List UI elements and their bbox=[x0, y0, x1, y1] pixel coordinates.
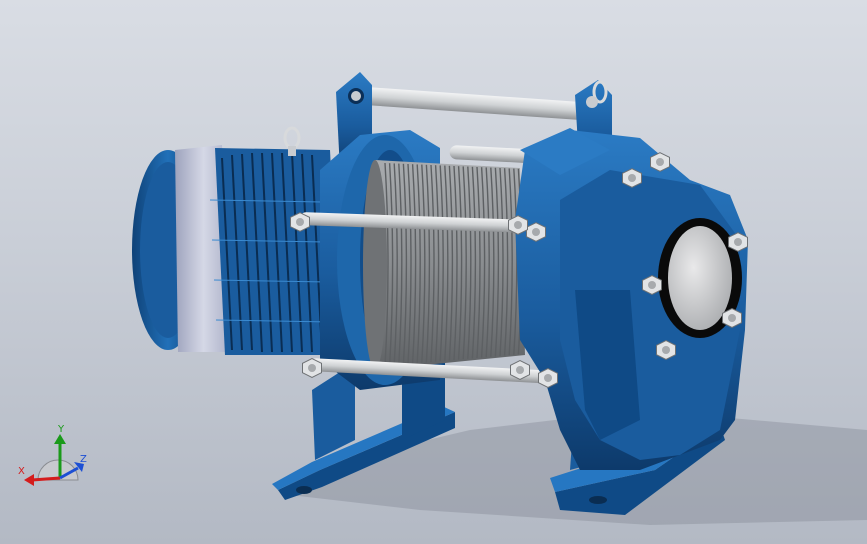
hex-nut bbox=[510, 360, 530, 380]
x-axis-arrow bbox=[31, 476, 61, 482]
cable-drum bbox=[363, 160, 525, 370]
motor bbox=[132, 126, 340, 355]
hex-nut bbox=[508, 215, 528, 235]
hex-nut bbox=[642, 275, 662, 295]
hex-nut bbox=[650, 152, 670, 172]
winch-model[interactable] bbox=[0, 0, 867, 544]
x-axis-label: X bbox=[18, 466, 25, 477]
hex-nut bbox=[656, 340, 676, 360]
top-tie-rod bbox=[351, 86, 596, 121]
hex-nut bbox=[290, 212, 310, 232]
axis-triad[interactable]: Y X Z bbox=[18, 420, 98, 490]
cad-viewport[interactable]: Y X Z bbox=[0, 0, 867, 544]
y-axis-arrowhead bbox=[54, 434, 66, 444]
hex-nut bbox=[622, 168, 642, 188]
hex-nut bbox=[728, 232, 748, 252]
hex-nut bbox=[722, 308, 742, 328]
z-axis-label: Z bbox=[80, 454, 87, 465]
y-axis-label: Y bbox=[58, 424, 65, 435]
hex-nut bbox=[526, 222, 546, 242]
hex-nut bbox=[302, 358, 322, 378]
hex-nut bbox=[538, 368, 558, 388]
x-axis-arrowhead bbox=[24, 474, 34, 486]
